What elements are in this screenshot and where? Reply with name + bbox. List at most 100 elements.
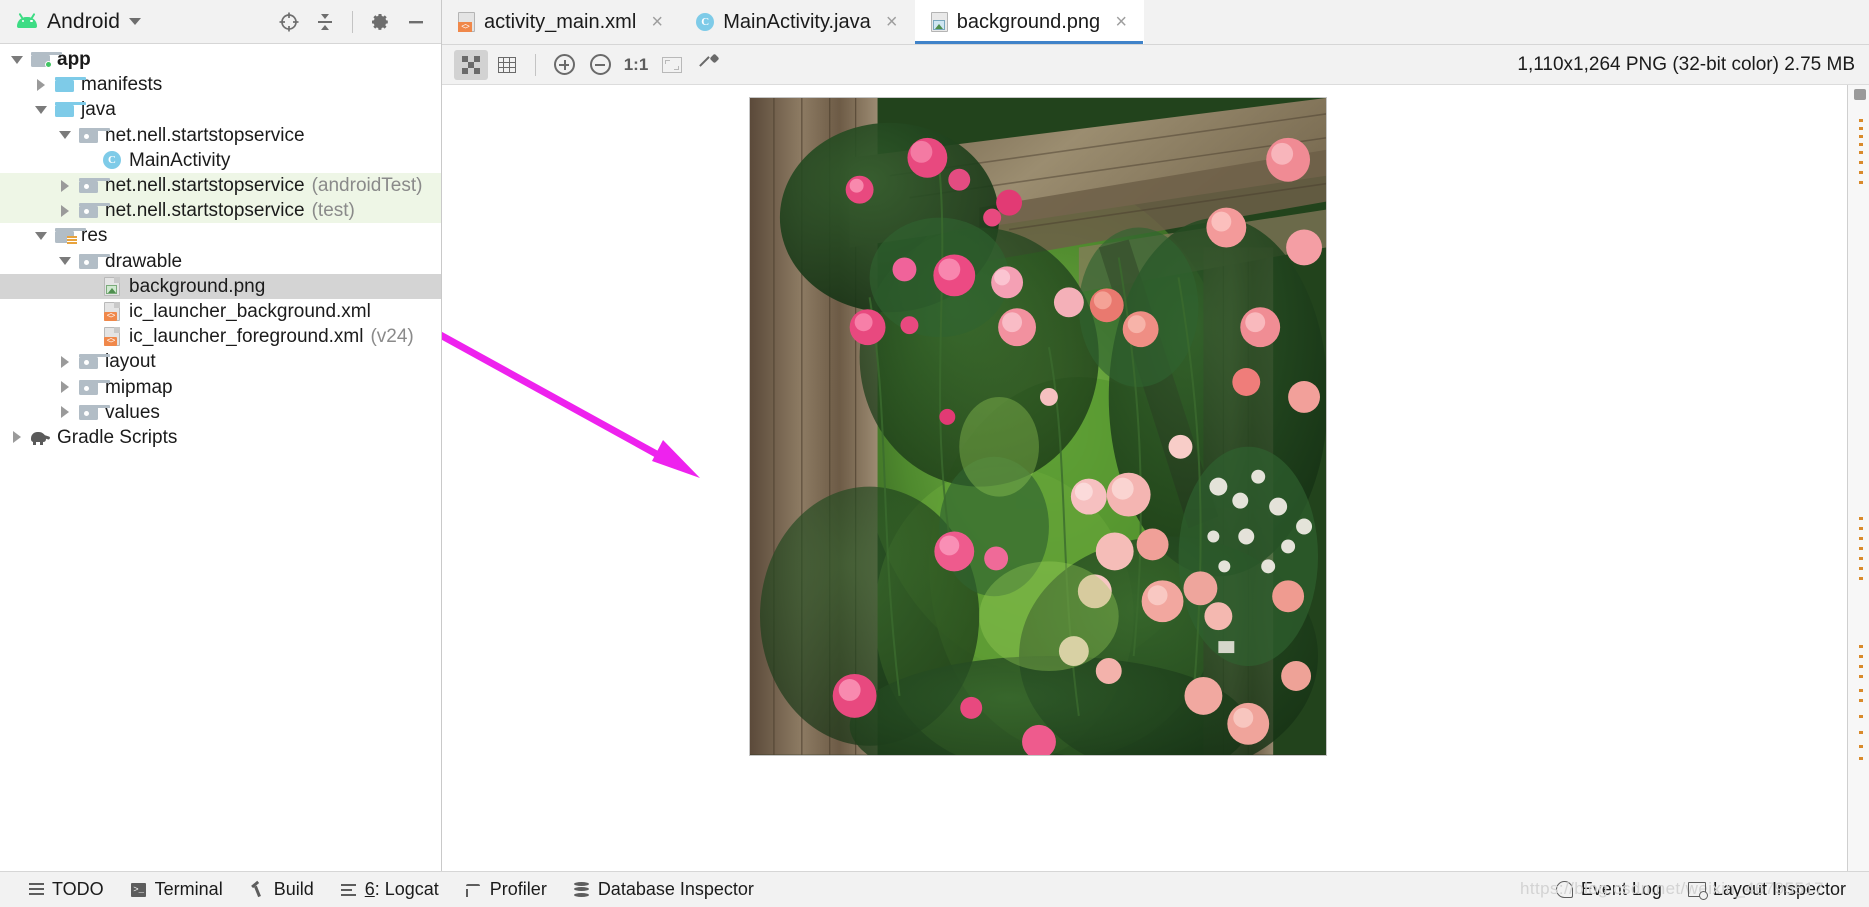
tree-label: layout bbox=[105, 351, 156, 373]
toolbar-divider bbox=[535, 53, 536, 76]
twisty-expanded[interactable] bbox=[30, 231, 52, 240]
close-icon[interactable]: × bbox=[884, 12, 900, 32]
editor-tab-bar: <> activity_main.xml × C MainActivity.ja… bbox=[442, 0, 1869, 45]
module-folder-icon bbox=[28, 52, 62, 69]
android-droid-icon bbox=[16, 12, 38, 30]
blue-folder-icon bbox=[52, 102, 86, 118]
chevron-down-icon[interactable] bbox=[129, 18, 142, 25]
tree-row-layout[interactable]: layout bbox=[0, 349, 441, 374]
locate-file-button[interactable] bbox=[274, 7, 304, 37]
tree-row-app[interactable]: app bbox=[0, 47, 441, 72]
java-class-icon: C bbox=[696, 13, 715, 31]
hide-panel-button[interactable] bbox=[401, 7, 431, 37]
twisty-collapsed[interactable] bbox=[54, 381, 76, 394]
image-preview-canvas[interactable] bbox=[442, 85, 1869, 871]
tree-label: net.nell.startstopservice bbox=[105, 175, 305, 197]
twisty-collapsed[interactable] bbox=[54, 204, 76, 217]
package-folder-icon bbox=[76, 203, 110, 219]
twisty-expanded[interactable] bbox=[30, 105, 52, 114]
tree-label: drawable bbox=[105, 250, 183, 272]
zoom-in-icon bbox=[553, 54, 575, 75]
tree-label: ic_launcher_background.xml bbox=[129, 300, 371, 322]
status-item-logcat[interactable]: 6: Logcat bbox=[327, 879, 452, 900]
close-icon[interactable]: × bbox=[1113, 12, 1129, 32]
tree-row-ic-launcher-background-xml[interactable]: <> ic_launcher_background.xml bbox=[0, 299, 441, 324]
java-class-icon: C bbox=[100, 151, 124, 170]
image-preview-frame bbox=[749, 97, 1327, 756]
project-tree[interactable]: app manifests java net.nell.startstopser… bbox=[0, 44, 441, 871]
tree-row-java[interactable]: java bbox=[0, 97, 441, 122]
status-item-label: Event Log bbox=[1580, 879, 1662, 899]
tree-row-package-main[interactable]: net.nell.startstopservice bbox=[0, 123, 441, 148]
twisty-expanded[interactable] bbox=[6, 55, 28, 64]
fit-screen-icon bbox=[662, 56, 682, 73]
editor-marker-strip[interactable] bbox=[1847, 85, 1869, 871]
tree-label: net.nell.startstopservice bbox=[105, 124, 305, 146]
twisty-expanded[interactable] bbox=[54, 257, 76, 266]
todo-list-icon bbox=[27, 881, 45, 899]
twisty-expanded[interactable] bbox=[54, 131, 76, 140]
project-panel-title[interactable]: Android bbox=[16, 10, 142, 34]
status-item-database-inspector[interactable]: Database Inspector bbox=[560, 879, 767, 900]
zoom-in-button[interactable] bbox=[547, 50, 581, 80]
project-tool-window: Android app manifests java net.nell.star… bbox=[0, 0, 442, 871]
status-item-label: Profiler bbox=[489, 879, 547, 899]
blue-folder-icon bbox=[52, 77, 86, 93]
twisty-collapsed[interactable] bbox=[6, 431, 28, 444]
gradle-elephant-icon bbox=[28, 429, 52, 446]
tree-row-package-androidtest[interactable]: net.nell.startstopservice (androidTest) bbox=[0, 172, 441, 199]
tree-row-mipmap[interactable]: mipmap bbox=[0, 374, 441, 399]
tree-row-ic-launcher-foreground-xml[interactable]: <> ic_launcher_foreground.xml (v24) bbox=[0, 324, 441, 349]
header-divider bbox=[352, 10, 353, 33]
close-icon[interactable]: × bbox=[649, 12, 665, 32]
color-picker-button[interactable] bbox=[691, 50, 725, 80]
hammer-icon bbox=[249, 880, 267, 899]
status-item-todo[interactable]: TODO bbox=[14, 879, 117, 900]
logcat-mnemonic: 6 bbox=[364, 879, 375, 899]
status-item-event-log[interactable]: Event Log bbox=[1543, 879, 1675, 900]
tree-label: net.nell.startstopservice bbox=[105, 200, 305, 222]
tree-row-drawable[interactable]: drawable bbox=[0, 249, 441, 274]
tab-background-png[interactable]: background.png × bbox=[914, 0, 1145, 44]
twisty-collapsed[interactable] bbox=[54, 179, 76, 192]
collapse-all-button[interactable] bbox=[310, 7, 340, 37]
tree-label: values bbox=[105, 401, 160, 423]
database-icon bbox=[573, 881, 591, 899]
tree-label: background.png bbox=[129, 275, 266, 297]
scrollbar-thumb[interactable] bbox=[1854, 89, 1866, 100]
logcat-icon bbox=[340, 881, 358, 899]
grid-icon bbox=[498, 56, 516, 73]
image-file-info: 1,110x1,264 PNG (32-bit color) 2.75 MB bbox=[1517, 53, 1855, 75]
twisty-collapsed[interactable] bbox=[54, 355, 76, 368]
tree-row-package-test[interactable]: net.nell.startstopservice (test) bbox=[0, 198, 441, 224]
tree-row-manifests[interactable]: manifests bbox=[0, 72, 441, 97]
status-item-profiler[interactable]: Profiler bbox=[452, 879, 560, 900]
settings-button[interactable] bbox=[365, 7, 395, 37]
toggle-transparency-chessboard-button[interactable] bbox=[454, 49, 488, 80]
tab-mainactivity-java[interactable]: C MainActivity.java × bbox=[680, 0, 914, 44]
status-item-label: TODO bbox=[52, 879, 104, 899]
tree-label-suffix: (test) bbox=[311, 200, 355, 222]
tree-row-mainactivity[interactable]: C MainActivity bbox=[0, 148, 441, 173]
tree-row-values[interactable]: values bbox=[0, 400, 441, 425]
status-item-layout-inspector[interactable]: Layout Inspector bbox=[1675, 879, 1859, 900]
tree-row-background-png[interactable]: background.png bbox=[0, 273, 441, 299]
status-item-label: Database Inspector bbox=[597, 879, 754, 899]
tab-activity-main-xml[interactable]: <> activity_main.xml × bbox=[442, 0, 680, 44]
twisty-collapsed[interactable] bbox=[54, 406, 76, 419]
zoom-out-button[interactable] bbox=[583, 50, 617, 80]
twisty-collapsed[interactable] bbox=[30, 78, 52, 91]
android-studio-window: Android app manifests java net.nell.star… bbox=[0, 0, 1869, 907]
tree-label: manifests bbox=[81, 74, 163, 96]
res-folder-icon bbox=[52, 228, 86, 246]
png-file-icon bbox=[100, 276, 124, 296]
status-item-build[interactable]: Build bbox=[236, 879, 327, 900]
one-to-one-icon: 1:1 bbox=[623, 54, 649, 74]
tree-row-res[interactable]: res bbox=[0, 223, 441, 248]
status-item-terminal[interactable]: >_ Terminal bbox=[117, 879, 236, 900]
fit-to-window-button[interactable] bbox=[655, 50, 689, 80]
tree-row-gradle-scripts[interactable]: Gradle Scripts bbox=[0, 425, 441, 450]
tree-label: Gradle Scripts bbox=[57, 426, 178, 448]
actual-size-button[interactable]: 1:1 bbox=[619, 50, 653, 80]
toggle-grid-button[interactable] bbox=[490, 50, 524, 80]
